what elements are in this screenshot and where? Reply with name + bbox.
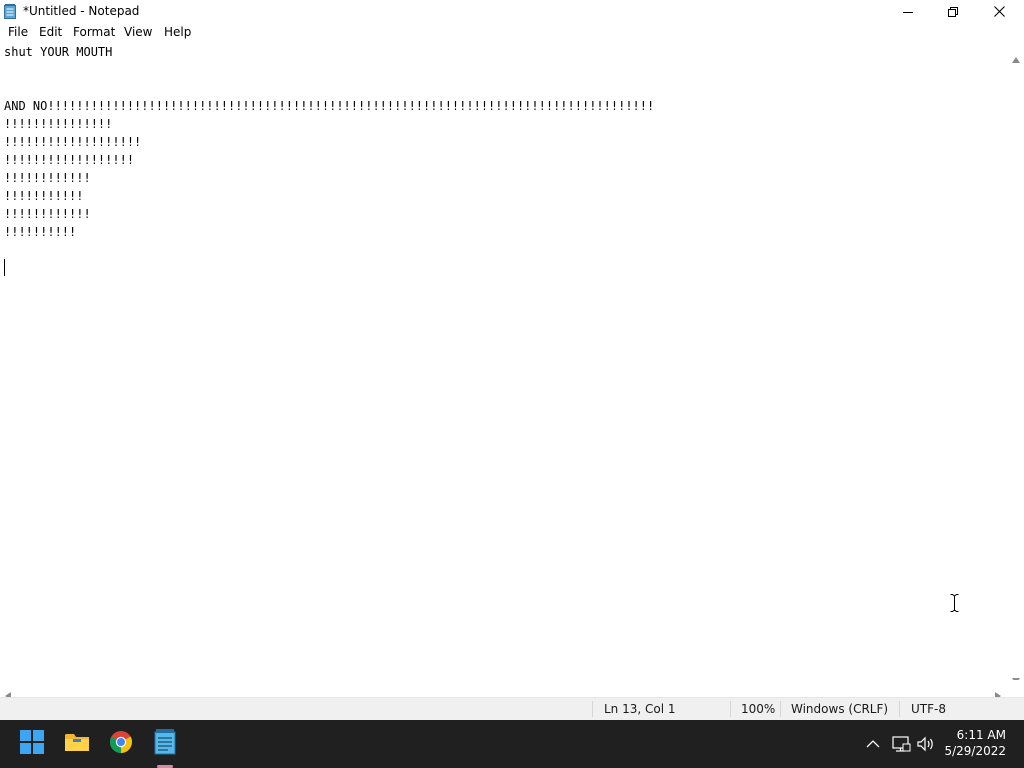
windows-start-icon (20, 730, 44, 758)
menu-file[interactable]: File (8, 25, 28, 40)
status-encoding: UTF-8 (911, 702, 946, 716)
minimize-button[interactable] (885, 0, 931, 23)
status-divider (730, 701, 731, 717)
chrome-icon (109, 730, 133, 758)
editor-line: !!!!!!!!!!!! (4, 207, 91, 221)
status-cursor-position: Ln 13, Col 1 (604, 702, 676, 716)
show-hidden-icons-chevron-icon[interactable] (864, 734, 882, 754)
editor-line: AND NO!!!!!!!!!!!!!!!!!!!!!!!!!!!!!!!!!!… (4, 99, 655, 113)
menu-view[interactable]: View (124, 25, 152, 40)
notepad-window: *Untitled - Notepad File Edit Format Vie… (0, 0, 1024, 720)
volume-icon[interactable] (916, 734, 936, 754)
title-bar[interactable]: *Untitled - Notepad (0, 0, 1024, 23)
editor-line: !!!!!!!!!!!! (4, 171, 91, 185)
status-bar: Ln 13, Col 1 100% Windows (CRLF) UTF-8 (0, 697, 1024, 720)
restore-icon (948, 2, 958, 21)
text-caret (4, 259, 5, 276)
editor-line: !!!!!!!!!!! (4, 189, 84, 203)
clock-date[interactable]: 5/29/2022 (940, 744, 1006, 759)
close-button[interactable] (976, 0, 1022, 23)
ibeam-cursor-icon (950, 594, 959, 612)
status-divider (780, 701, 781, 717)
clock-time[interactable]: 6:11 AM (940, 728, 1006, 743)
vertical-scrollbar[interactable] (1008, 42, 1024, 684)
editor-line: !!!!!!!!!!!!!!! (4, 117, 113, 131)
text-editor[interactable]: shut YOUR MOUTH AND NO!!!!!!!!!!!!!!!!!!… (0, 42, 1007, 680)
menu-help[interactable]: Help (164, 25, 191, 40)
scroll-up-arrow-icon[interactable] (1012, 48, 1020, 67)
restore-button[interactable] (930, 0, 976, 23)
network-icon[interactable] (891, 734, 911, 754)
window-title: *Untitled - Notepad (23, 4, 140, 18)
editor-line: !!!!!!!!!!!!!!!!!! (4, 153, 135, 167)
editor-line: !!!!!!!!!!!!!!!!!!! (4, 135, 142, 149)
status-divider (899, 701, 900, 717)
notepad-icon (154, 729, 176, 759)
editor-line: shut YOUR MOUTH (4, 45, 113, 59)
minimize-icon (903, 2, 913, 21)
editor-line: !!!!!!!!!! (4, 225, 77, 239)
status-divider (592, 701, 593, 717)
taskbar-file-explorer[interactable] (61, 728, 93, 760)
file-explorer-icon (64, 731, 90, 757)
status-zoom: 100% (741, 702, 776, 716)
close-icon (993, 2, 1005, 21)
status-line-ending: Windows (CRLF) (791, 702, 889, 716)
menu-bar: File Edit Format View Help (0, 23, 1024, 42)
scrollbar-corner (1008, 680, 1024, 697)
menu-edit[interactable]: Edit (39, 25, 62, 40)
taskbar-notepad[interactable] (149, 728, 181, 760)
start-button[interactable] (16, 728, 48, 760)
taskbar-chrome[interactable] (105, 728, 137, 760)
menu-format[interactable]: Format (73, 25, 115, 40)
horizontal-scrollbar[interactable] (0, 680, 1008, 700)
taskbar: 6:11 AM 5/29/2022 (0, 720, 1024, 768)
notepad-app-icon (4, 4, 16, 19)
